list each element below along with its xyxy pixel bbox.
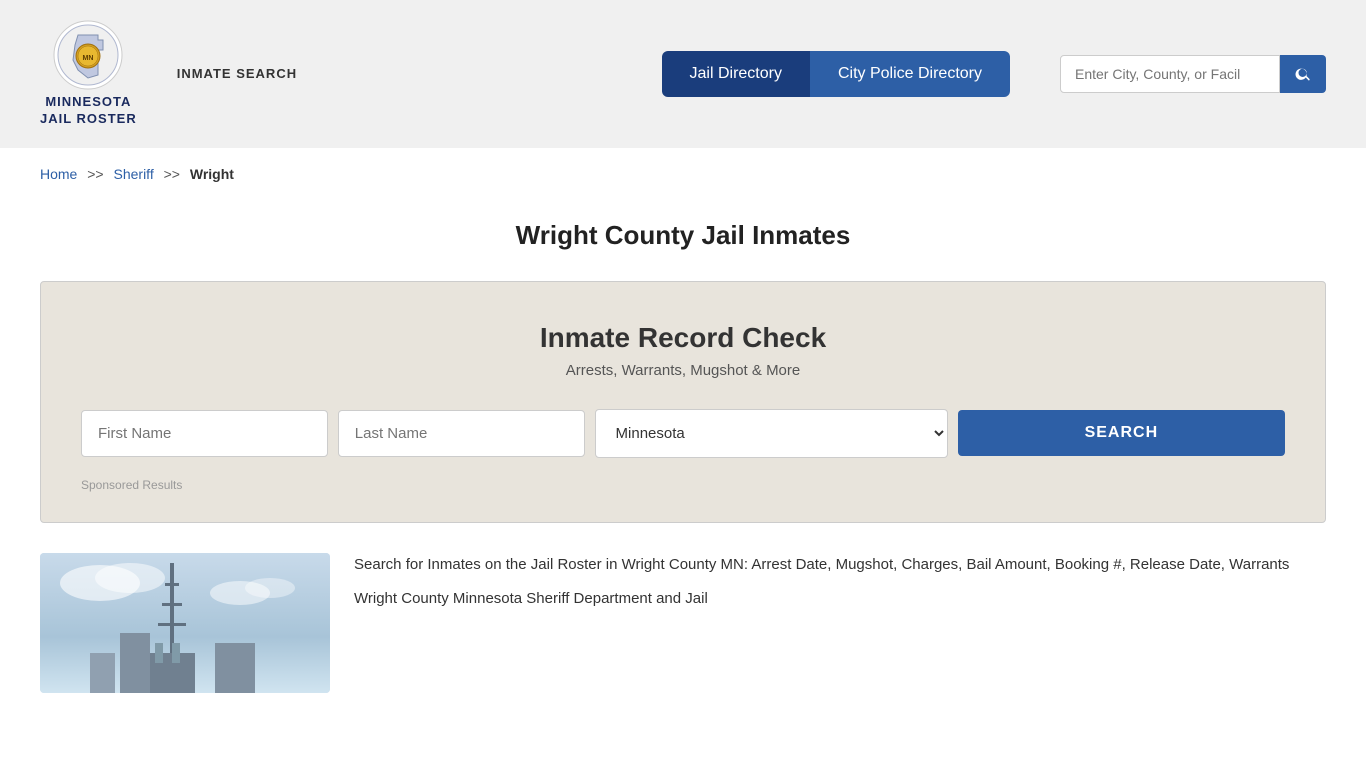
header-search-input[interactable]	[1060, 55, 1280, 93]
search-icon	[1294, 65, 1312, 83]
inmate-search-link[interactable]: INMATE SEARCH	[177, 66, 297, 81]
breadcrumb-separator-1: >>	[87, 166, 103, 182]
content-image-inner	[40, 553, 330, 693]
site-logo[interactable]: MN MINNESOTA JAIL ROSTER	[40, 20, 137, 128]
logo-icon: MN	[53, 20, 123, 90]
last-name-input[interactable]	[338, 410, 585, 457]
content-description-2: Wright County Minnesota Sheriff Departme…	[354, 587, 1326, 611]
breadcrumb-current: Wright	[190, 166, 234, 182]
breadcrumb: Home >> Sheriff >> Wright	[0, 148, 1366, 200]
jail-directory-button[interactable]: Jail Directory	[662, 51, 810, 97]
svg-text:MN: MN	[83, 55, 94, 62]
record-check-title: Inmate Record Check	[81, 322, 1285, 354]
record-check-box: Inmate Record Check Arrests, Warrants, M…	[40, 281, 1326, 523]
city-police-directory-button[interactable]: City Police Directory	[810, 51, 1010, 97]
content-image	[40, 553, 330, 693]
header-search-button[interactable]	[1280, 55, 1326, 93]
header-search-bar	[1060, 55, 1326, 93]
site-header: MN MINNESOTA JAIL ROSTER INMATE SEARCH J…	[0, 0, 1366, 148]
record-check-form: AlabamaAlaskaArizonaArkansasCaliforniaCo…	[81, 409, 1285, 458]
content-illustration	[40, 553, 330, 693]
content-text: Search for Inmates on the Jail Roster in…	[354, 553, 1326, 693]
first-name-input[interactable]	[81, 410, 328, 457]
logo-text: MINNESOTA JAIL ROSTER	[40, 94, 137, 128]
header-nav: Jail Directory City Police Directory	[662, 51, 1011, 97]
breadcrumb-sheriff[interactable]: Sheriff	[114, 166, 154, 182]
breadcrumb-separator-2: >>	[164, 166, 180, 182]
content-description-1: Search for Inmates on the Jail Roster in…	[354, 553, 1326, 577]
state-select[interactable]: AlabamaAlaskaArizonaArkansasCaliforniaCo…	[595, 409, 948, 458]
record-check-search-button[interactable]: SEARCH	[958, 410, 1285, 456]
record-check-subtitle: Arrests, Warrants, Mugshot & More	[81, 362, 1285, 379]
sponsored-results-label: Sponsored Results	[81, 478, 1285, 492]
content-section: Search for Inmates on the Jail Roster in…	[40, 553, 1326, 693]
breadcrumb-home[interactable]: Home	[40, 166, 77, 182]
page-title: Wright County Jail Inmates	[0, 220, 1366, 251]
